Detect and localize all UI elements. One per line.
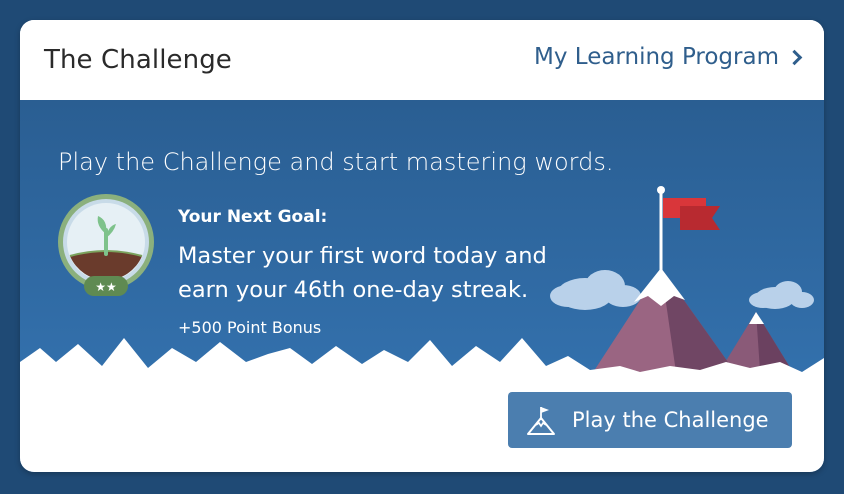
challenge-card: The Challenge My Learning Program Play t…	[20, 20, 824, 472]
cloud-right	[749, 281, 814, 309]
card-header: The Challenge My Learning Program	[20, 20, 824, 100]
play-challenge-button[interactable]: Play the Challenge	[508, 392, 792, 448]
mountain-flag-icon	[527, 407, 555, 435]
sprout-badge-icon: ★★	[58, 194, 154, 296]
next-goal-text: Master your first word today and earn yo…	[178, 243, 547, 303]
badge-stars: ★★	[95, 280, 117, 294]
program-link-label: My Learning Program	[534, 44, 779, 70]
hero-tagline: Play the Challenge and start mastering w…	[58, 148, 614, 176]
my-learning-program-link[interactable]: My Learning Program	[534, 44, 803, 70]
point-bonus: +500 Point Bonus	[178, 318, 322, 337]
card-title: The Challenge	[44, 45, 232, 75]
play-challenge-label: Play the Challenge	[572, 408, 769, 432]
chevron-right-icon	[786, 49, 803, 65]
summit-flag	[657, 186, 720, 270]
next-goal-label: Your Next Goal:	[178, 207, 328, 227]
